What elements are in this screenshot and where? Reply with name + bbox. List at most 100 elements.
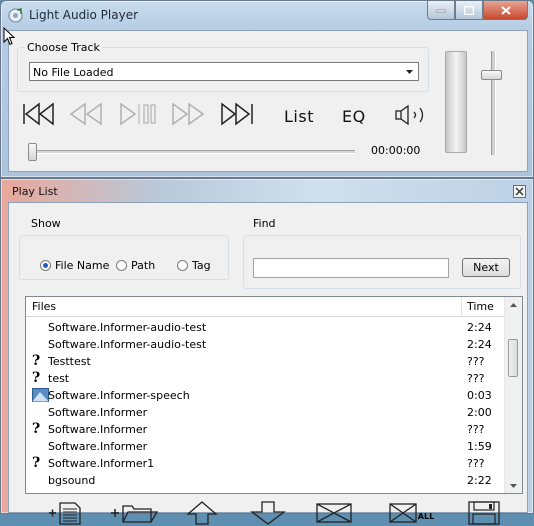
arrow-down-icon — [250, 501, 286, 525]
radio-file-name[interactable]: File Name — [40, 259, 109, 272]
caption-buttons — [427, 1, 528, 20]
table-row[interactable]: Software.Informer-audio-test 2:24 — [26, 336, 506, 353]
skip-to-end-button[interactable] — [219, 101, 257, 127]
find-input[interactable] — [253, 258, 449, 278]
table-row[interactable]: Software.Informer-audio-test 2:24 — [26, 319, 506, 336]
close-button[interactable] — [483, 1, 528, 20]
remove-all-button[interactable]: ALL — [383, 500, 439, 526]
volume-slider-handle[interactable] — [481, 70, 502, 80]
file-name-cell: Software.Informer — [48, 406, 148, 419]
question-icon: ? — [32, 353, 41, 369]
table-row[interactable]: Software.Informer 1:59 — [26, 438, 506, 455]
show-label: Show — [29, 217, 63, 230]
table-row[interactable]: Software.Informer-speech 0:03 — [26, 387, 506, 404]
fast-forward-icon — [172, 102, 205, 126]
add-file-icon — [49, 502, 81, 525]
chevron-down-icon — [406, 70, 413, 74]
radio-path[interactable]: Path — [116, 259, 155, 272]
playlist-window: Play List Show File Name Path Tag Find N… — [0, 178, 534, 525]
remove-icon — [316, 503, 352, 523]
close-icon — [500, 5, 511, 15]
minimize-button[interactable] — [427, 1, 455, 20]
choose-track-label: Choose Track — [25, 41, 102, 54]
radio-file-name-label: File Name — [55, 259, 110, 272]
playlist-close-button[interactable] — [513, 185, 526, 198]
speaker-icon — [395, 104, 424, 126]
minimize-icon — [436, 9, 446, 13]
table-row[interactable]: ? Software.Informer1??? — [26, 455, 506, 472]
volume-slider-track[interactable] — [491, 51, 496, 155]
maximize-button[interactable] — [455, 1, 483, 20]
file-name-cell: Software.Informer1 — [48, 457, 155, 470]
table-row[interactable]: ? Testtest??? — [26, 353, 506, 370]
next-button[interactable]: Next — [462, 258, 510, 277]
window-title: Light Audio Player — [29, 8, 139, 22]
scroll-up-icon[interactable] — [509, 301, 518, 310]
eq-button[interactable]: EQ — [342, 107, 366, 126]
table-header: Files Time — [26, 297, 506, 317]
question-icon: ? — [32, 455, 41, 471]
rewind-icon — [69, 102, 102, 126]
remove-all-icon — [389, 503, 417, 523]
scrollbar-thumb[interactable] — [508, 339, 518, 377]
playlist-table[interactable]: Files Time Software.Informer-audio-test 2… — [25, 296, 523, 494]
list-button[interactable]: List — [284, 107, 314, 126]
skip-start-icon — [23, 102, 54, 126]
file-time-cell: ??? — [467, 457, 485, 470]
seek-bar[interactable] — [31, 150, 355, 154]
mute-button[interactable] — [393, 103, 433, 127]
vertical-scrollbar[interactable] — [504, 297, 522, 493]
file-name-cell: Software.Informer-speech — [48, 389, 190, 402]
floppy-disk-icon — [468, 501, 500, 525]
file-time-cell: 1:59 — [467, 440, 492, 453]
save-playlist-button[interactable] — [467, 500, 501, 526]
table-row[interactable]: bgsound 2:22 — [26, 472, 506, 489]
player-controls-area: Choose Track No File Loaded List EQ 00:0… — [8, 30, 528, 172]
move-up-button[interactable] — [185, 500, 219, 526]
skip-to-start-button[interactable] — [21, 101, 57, 127]
radio-path-label: Path — [131, 259, 156, 272]
add-folder-button[interactable] — [109, 500, 161, 526]
remove-item-button[interactable] — [315, 500, 353, 526]
arrow-up-icon — [186, 501, 218, 525]
seek-handle[interactable] — [28, 143, 37, 161]
file-time-cell: 2:24 — [467, 338, 492, 351]
mouse-cursor-icon — [3, 27, 16, 46]
file-time-cell: 2:00 — [467, 406, 492, 419]
radio-icon — [177, 260, 188, 271]
column-divider — [461, 297, 462, 316]
time-display: 00:00:00 — [371, 144, 421, 157]
radio-tag[interactable]: Tag — [177, 259, 211, 272]
radio-selected-icon — [40, 260, 51, 271]
file-name-cell: Software.Informer-audio-test — [48, 338, 207, 351]
table-row[interactable]: ? Software.Informer??? — [26, 421, 506, 438]
image-file-icon — [32, 388, 49, 403]
file-name-cell: bgsound — [48, 474, 96, 487]
row-icon-placeholder — [32, 473, 48, 488]
play-pause-button[interactable] — [117, 101, 161, 127]
file-time-cell: ??? — [467, 423, 485, 436]
app-icon — [8, 8, 23, 23]
row-icon-placeholder — [32, 320, 48, 335]
playlist-rows: Software.Informer-audio-test 2:24 Software… — [26, 319, 506, 489]
play-pause-icon — [120, 102, 156, 126]
fast-forward-button[interactable] — [169, 101, 211, 127]
file-name-cell: test — [48, 372, 70, 385]
find-label: Find — [251, 217, 278, 230]
table-row[interactable]: Software.Informer 2:00 — [26, 404, 506, 421]
column-header-time[interactable]: Time — [467, 300, 494, 313]
add-file-button[interactable] — [47, 500, 83, 526]
scroll-down-icon[interactable] — [509, 481, 518, 490]
file-name-cell: Software.Informer — [48, 423, 148, 436]
column-header-files[interactable]: Files — [32, 300, 56, 313]
file-time-cell: ??? — [467, 372, 485, 385]
file-time-cell: 2:22 — [467, 474, 492, 487]
level-meter — [445, 51, 467, 153]
playlist-title: Play List — [12, 185, 58, 198]
track-selector[interactable]: No File Loaded — [29, 62, 419, 81]
move-down-button[interactable] — [249, 500, 287, 526]
table-row[interactable]: ? test??? — [26, 370, 506, 387]
rewind-button[interactable] — [67, 101, 107, 127]
show-group — [19, 235, 229, 280]
file-name-cell: Testtest — [48, 355, 91, 368]
